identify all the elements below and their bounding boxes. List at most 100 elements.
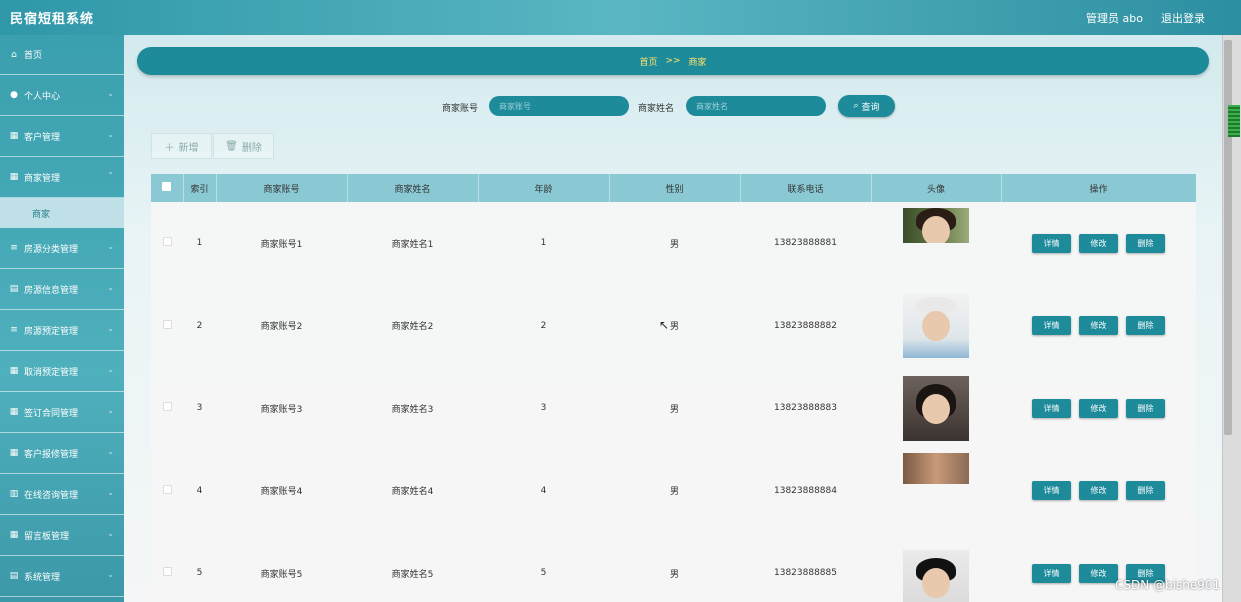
row-checkbox[interactable] <box>162 567 172 577</box>
account-search-input[interactable] <box>489 96 629 116</box>
column-header[interactable]: 年龄 <box>478 174 610 202</box>
cell-account: 商家账号3 <box>260 404 303 415</box>
sidebar-item-label: 首页 <box>24 51 43 61</box>
cell-age: 1 <box>540 238 547 249</box>
query-button[interactable]: ⌕ 查询 <box>838 95 895 117</box>
select-all-checkbox[interactable] <box>162 182 172 191</box>
cell-name: 商家姓名1 <box>391 239 434 250</box>
add-button[interactable]: ＋ 新增 <box>151 133 212 159</box>
cell-account: 商家账号2 <box>260 322 303 333</box>
column-header[interactable]: 联系电话 <box>740 174 872 202</box>
sidebar: ⌂ 首页 ● 个人中心 ⌄ ▦ 客户管理 ⌄ ▦ 商家管理 ⌃ 商家 ≡ 房源分… <box>0 35 124 602</box>
cell-name: 商家姓名4 <box>391 487 434 498</box>
delete-button[interactable]: 删除 <box>1126 398 1165 418</box>
watermark: CSDN @bishe901 <box>1115 578 1221 592</box>
delete-button[interactable]: 删除 <box>1126 316 1165 336</box>
cell-phone: 13823888884 <box>774 485 837 496</box>
merchant-table: 索引 商家账号 商家姓名 年龄 性别 联系电话 头像 操作 1 商家账号 1 商家… <box>151 174 1196 602</box>
sidebar-item-contract[interactable]: ▦ 签订合同管理 ⌄ <box>0 392 124 433</box>
breadcrumb-home[interactable]: 首页 <box>639 55 657 68</box>
sidebar-item-label: 签订合同管理 <box>24 408 79 419</box>
select-all-cell <box>151 174 184 202</box>
sidebar-item-merchant-management[interactable]: ▦ 商家管理 ⌃ <box>0 157 124 198</box>
search-icon: ⌕ <box>853 101 859 111</box>
detail-button[interactable]: 详情 <box>1032 316 1071 336</box>
cell-age: 3 <box>540 403 547 414</box>
sidebar-item-cancel-booking[interactable]: ▦ 取消预定管理 ⌄ <box>0 351 124 392</box>
sidebar-item-repair[interactable]: ▦ 客户报修管理 ⌄ <box>0 433 124 474</box>
detail-button[interactable]: 详情 <box>1032 233 1071 253</box>
building-icon: ▤ <box>9 284 19 294</box>
trash-icon: 🗑 <box>225 140 238 152</box>
sidebar-item-consult[interactable]: ▥ 在线咨询管理 ⌄ <box>0 474 124 515</box>
logout-link[interactable]: 退出登录 <box>1161 10 1205 26</box>
chevron-down-icon: ⌄ <box>107 406 114 415</box>
delete-button[interactable]: 删除 <box>1126 233 1165 253</box>
column-header[interactable]: 商家姓名 <box>347 174 479 202</box>
edit-button[interactable]: 修改 <box>1079 233 1118 253</box>
cell-gender: 男 <box>669 569 679 580</box>
cell-account: 商家账号4 <box>260 487 303 498</box>
list-icon: ≡ <box>10 243 18 253</box>
edit-button[interactable]: 修改 <box>1079 481 1118 501</box>
cell-age: 2 <box>540 320 547 331</box>
chart-icon: ▥ <box>9 489 19 499</box>
sidebar-item-system[interactable]: ▤ 系统管理 ⌄ <box>0 556 124 597</box>
row-checkbox[interactable] <box>162 484 172 494</box>
grid-icon: ▦ <box>9 530 19 540</box>
cell-name: 商家姓名3 <box>391 404 434 415</box>
cell-phone: 13823888885 <box>774 568 837 579</box>
sidebar-item-room-category[interactable]: ≡ 房源分类管理 ⌄ <box>0 228 124 269</box>
sidebar-item-label: 系统管理 <box>24 572 61 583</box>
cell-index: 4 <box>196 485 203 496</box>
sidebar-item-message-board[interactable]: ▦ 留言板管理 ⌄ <box>0 515 124 556</box>
column-header[interactable]: 商家账号 <box>216 174 348 202</box>
edit-button[interactable]: 修改 <box>1079 398 1118 418</box>
table-header-row: 索引 商家账号 商家姓名 年龄 性别 联系电话 头像 操作 <box>151 174 1196 202</box>
table-row: 4 商家账号4 商家姓名4 4 男 13823888884 详情 修改 删除 <box>151 449 1196 532</box>
avatar <box>903 293 969 359</box>
search-bar: 商家账号 商家姓名 ⌕ 查询 <box>0 95 1241 118</box>
name-search-input[interactable] <box>686 96 826 116</box>
column-header: 头像 <box>871 174 1002 202</box>
cell-index: 1 <box>196 238 203 249</box>
cell-index: 3 <box>196 403 203 414</box>
breadcrumb: 首页 >> 商家 <box>137 47 1209 75</box>
chevron-down-icon: ⌄ <box>107 242 114 251</box>
user-label: 管理员 abo <box>1086 11 1143 25</box>
scrollbar-thumb[interactable] <box>1224 40 1232 435</box>
top-bar: 民宿短租系统 管理员 abo 退出登录 <box>0 0 1241 35</box>
row-checkbox[interactable] <box>162 237 172 247</box>
sidebar-item-customer-management[interactable]: ▦ 客户管理 ⌄ <box>0 116 124 157</box>
chevron-down-icon: ⌄ <box>107 488 114 497</box>
cell-index: 5 <box>196 568 203 579</box>
cell-gender: 男 <box>669 239 679 250</box>
chevron-down-icon: ⌄ <box>107 529 114 538</box>
edit-button[interactable]: 修改 <box>1079 316 1118 336</box>
avatar <box>903 549 969 602</box>
edit-button[interactable]: 修改 <box>1079 563 1118 583</box>
chevron-down-icon: ⌄ <box>107 283 114 292</box>
sidebar-item-label: 商家管理 <box>24 173 61 184</box>
detail-button[interactable]: 详情 <box>1032 563 1071 583</box>
column-header[interactable]: 索引 <box>183 174 217 202</box>
batch-delete-button[interactable]: 🗑 删除 <box>213 133 274 159</box>
delete-button[interactable]: 删除 <box>1126 481 1165 501</box>
detail-button[interactable]: 详情 <box>1032 398 1071 418</box>
sidebar-item-label: 客户管理 <box>24 132 61 143</box>
column-header[interactable]: 性别 <box>609 174 741 202</box>
list-icon: ≡ <box>10 325 18 335</box>
sidebar-item-label: 房源分类管理 <box>24 244 79 255</box>
cell-phone: 13823888883 <box>774 403 837 414</box>
row-checkbox[interactable] <box>162 319 172 329</box>
sidebar-item-room-info[interactable]: ▤ 房源信息管理 ⌄ <box>0 269 124 310</box>
column-header: 操作 <box>1001 174 1196 202</box>
sidebar-item-home[interactable]: ⌂ 首页 <box>0 35 124 75</box>
cell-phone: 13823888881 <box>774 238 837 249</box>
name-search-label: 商家姓名 <box>638 104 675 114</box>
detail-button[interactable]: 详情 <box>1032 481 1071 501</box>
row-checkbox[interactable] <box>162 402 172 412</box>
sidebar-item-room-booking[interactable]: ≡ 房源预定管理 ⌄ <box>0 310 124 351</box>
cell-name: 商家姓名2 <box>391 322 434 333</box>
sidebar-subitem-merchant[interactable]: 商家 <box>0 198 124 228</box>
